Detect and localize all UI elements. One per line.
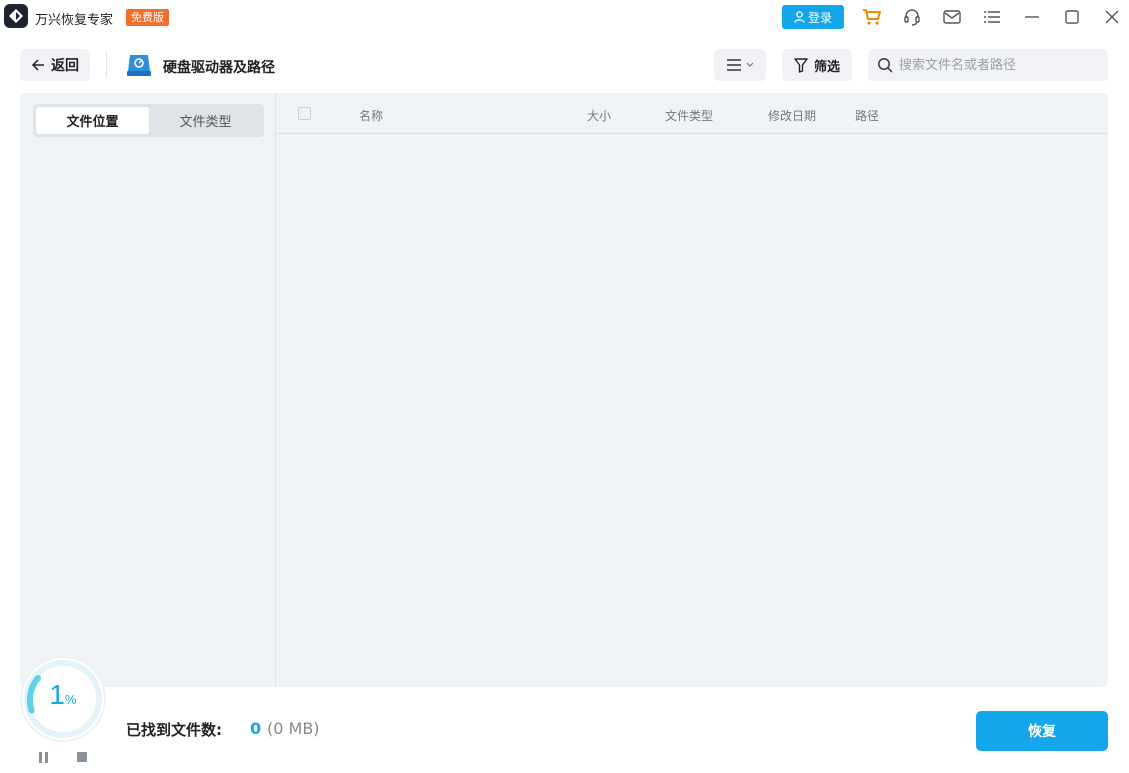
- app-title: 万兴恢复专家: [35, 13, 114, 28]
- view-tabs: 文件位置 文件类型: [33, 104, 264, 137]
- arrow-left-icon: [31, 59, 44, 71]
- table-header: 名称 大小 文件类型 修改日期 路径: [276, 93, 1108, 134]
- headset-icon[interactable]: [902, 7, 922, 27]
- stop-icon[interactable]: [77, 752, 87, 762]
- location-title: 硬盘驱动器及路径: [163, 60, 275, 76]
- title-bar: 万兴恢复专家 免费版 登录: [0, 0, 1129, 34]
- minimize-icon[interactable]: [1022, 7, 1042, 27]
- search-icon: [878, 58, 893, 73]
- login-label: 登录: [807, 10, 832, 25]
- hard-drive-icon: [126, 53, 152, 77]
- app-logo-icon: [4, 4, 28, 28]
- menu-list-icon[interactable]: [982, 7, 1002, 27]
- list-view-icon: [727, 59, 741, 71]
- chevron-down-icon: [746, 62, 754, 67]
- cart-icon[interactable]: [862, 7, 882, 27]
- file-table: 名称 大小 文件类型 修改日期 路径: [276, 93, 1108, 687]
- tab-file-type[interactable]: 文件类型: [149, 107, 262, 134]
- scan-progress-ring: 1%: [18, 654, 108, 744]
- search-input[interactable]: [899, 57, 1099, 73]
- edition-badge: 免费版: [126, 9, 169, 26]
- recover-button[interactable]: 恢复: [976, 711, 1108, 751]
- maximize-icon[interactable]: [1062, 7, 1082, 27]
- tab-file-location[interactable]: 文件位置: [36, 107, 149, 134]
- back-button[interactable]: 返回: [20, 49, 90, 81]
- progress-readout: 1%: [18, 679, 108, 711]
- found-files-count: 0: [250, 719, 262, 738]
- left-panel: 文件位置 文件类型: [20, 93, 275, 687]
- user-icon: [794, 11, 805, 23]
- filter-button[interactable]: 筛选: [782, 49, 852, 81]
- column-name[interactable]: 名称: [359, 107, 383, 124]
- login-button[interactable]: 登录: [782, 5, 844, 29]
- found-files-label: 已找到文件数:: [126, 721, 222, 739]
- progress-unit: %: [65, 692, 77, 707]
- view-mode-button[interactable]: [714, 49, 766, 81]
- column-file-type[interactable]: 文件类型: [665, 107, 713, 124]
- column-path[interactable]: 路径: [855, 107, 879, 124]
- close-icon[interactable]: [1102, 7, 1122, 27]
- found-files-size: (0 MB): [267, 719, 320, 738]
- column-size[interactable]: 大小: [587, 107, 611, 124]
- select-all-checkbox[interactable]: [298, 107, 311, 120]
- search-box[interactable]: [868, 49, 1108, 81]
- filter-label: 筛选: [813, 59, 840, 75]
- pause-icon[interactable]: [39, 750, 53, 764]
- mail-icon[interactable]: [942, 7, 962, 27]
- column-modified-date[interactable]: 修改日期: [768, 107, 816, 124]
- toolbar-divider: [106, 52, 107, 78]
- back-label: 返回: [51, 58, 79, 74]
- filter-icon: [794, 57, 808, 73]
- progress-value: 1: [49, 679, 65, 710]
